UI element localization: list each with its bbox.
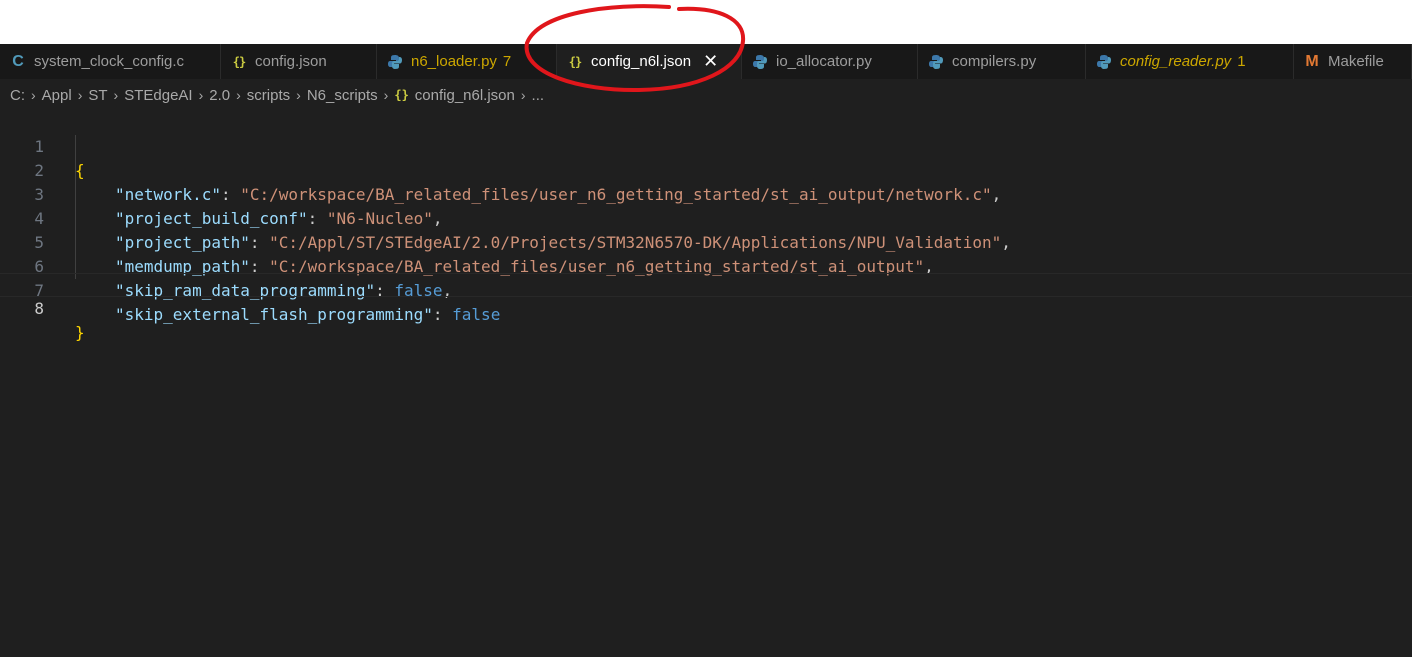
chevron-right-icon: › [383,87,389,103]
tab-label: compilers.py [952,53,1037,70]
close-brace: } [75,323,85,342]
tab-label: config.json [255,53,327,70]
breadcrumb-item[interactable]: 2.0 [209,87,230,104]
breadcrumb-item[interactable]: scripts [247,87,290,104]
tab-config-reader[interactable]: config_reader.py 1 [1086,44,1294,79]
line-number: 8 [34,299,44,318]
chevron-right-icon: › [296,87,301,103]
tab-compilers[interactable]: compilers.py [918,44,1086,79]
chevron-right-icon: › [113,87,119,103]
python-icon [1096,54,1112,70]
tab-label: Makefile [1328,53,1384,70]
tab-label: system_clock_config.c [34,53,185,70]
tab-label: io_allocator.py [776,53,872,70]
python-icon [387,54,403,70]
python-icon [928,54,944,70]
breadcrumb-item[interactable]: config_n6l.json [415,87,515,104]
chevron-right-icon: › [31,87,36,103]
code-line[interactable]: 2 "network.c": "C:/workspace/BA_related_… [0,135,1412,204]
tab-label: n6_loader.py [411,53,497,70]
makefile-icon: M [1305,52,1319,70]
code-line[interactable]: 3 "project_build_conf": "N6-Nucleo", [0,159,1412,228]
tab-system-clock-config[interactable]: C system_clock_config.c [0,44,221,79]
json-key: "skip_external_flash_programming" [115,305,433,324]
tab-config-json[interactable]: {} config.json [221,44,377,79]
code-line[interactable]: 1 { [0,111,1412,180]
chevron-right-icon: › [236,87,241,103]
json-file-icon: {} [394,88,409,102]
tab-n6-loader[interactable]: n6_loader.py 7 [377,44,557,79]
problem-count-badge: 1 [1237,53,1246,70]
colon: : [432,305,453,324]
chevron-right-icon: › [520,87,526,103]
code-line[interactable]: 6 "skip_ram_data_programming": false, [0,231,1412,300]
breadcrumb-item[interactable]: C: [10,87,25,104]
breadcrumb-item[interactable]: ST [88,87,107,104]
code-line[interactable]: 5 "memdump_path": "C:/workspace/BA_relat… [0,207,1412,276]
json-file-icon: {} [232,54,246,69]
chevron-right-icon: › [198,87,204,103]
screenshot-top-margin [0,0,1412,44]
breadcrumb: C: › Appl › ST › STEdgeAI › 2.0 › script… [0,79,1412,111]
editor-tab-bar: C system_clock_config.c {} config.json n… [0,44,1412,79]
tab-makefile[interactable]: M Makefile [1294,44,1412,79]
code-line-current[interactable]: 8 } [0,273,1412,342]
chevron-right-icon: › [77,87,83,103]
breadcrumb-item[interactable]: ... [532,87,545,104]
problem-count-badge: 7 [502,53,512,70]
json-file-icon: {} [568,54,582,69]
tab-io-allocator[interactable]: io_allocator.py [742,44,918,79]
json-boolean-value: false [452,305,501,324]
c-file-icon: C [12,52,24,70]
tab-label: config_reader.py [1120,53,1232,70]
tab-label: config_n6l.json [591,53,692,70]
code-line[interactable]: 4 "project_path": "C:/Appl/ST/STEdgeAI/2… [0,183,1412,252]
breadcrumb-item[interactable]: STEdgeAI [124,87,192,104]
breadcrumb-item[interactable]: Appl [42,87,72,104]
code-editor[interactable]: 1 { 2 "network.c": "C:/workspace/BA_rela… [0,111,1412,657]
tab-config-n6l-json[interactable]: {} config_n6l.json ✕ [557,44,742,79]
python-icon [752,54,768,70]
close-icon[interactable]: ✕ [703,52,718,71]
breadcrumb-item[interactable]: N6_scripts [307,87,378,104]
